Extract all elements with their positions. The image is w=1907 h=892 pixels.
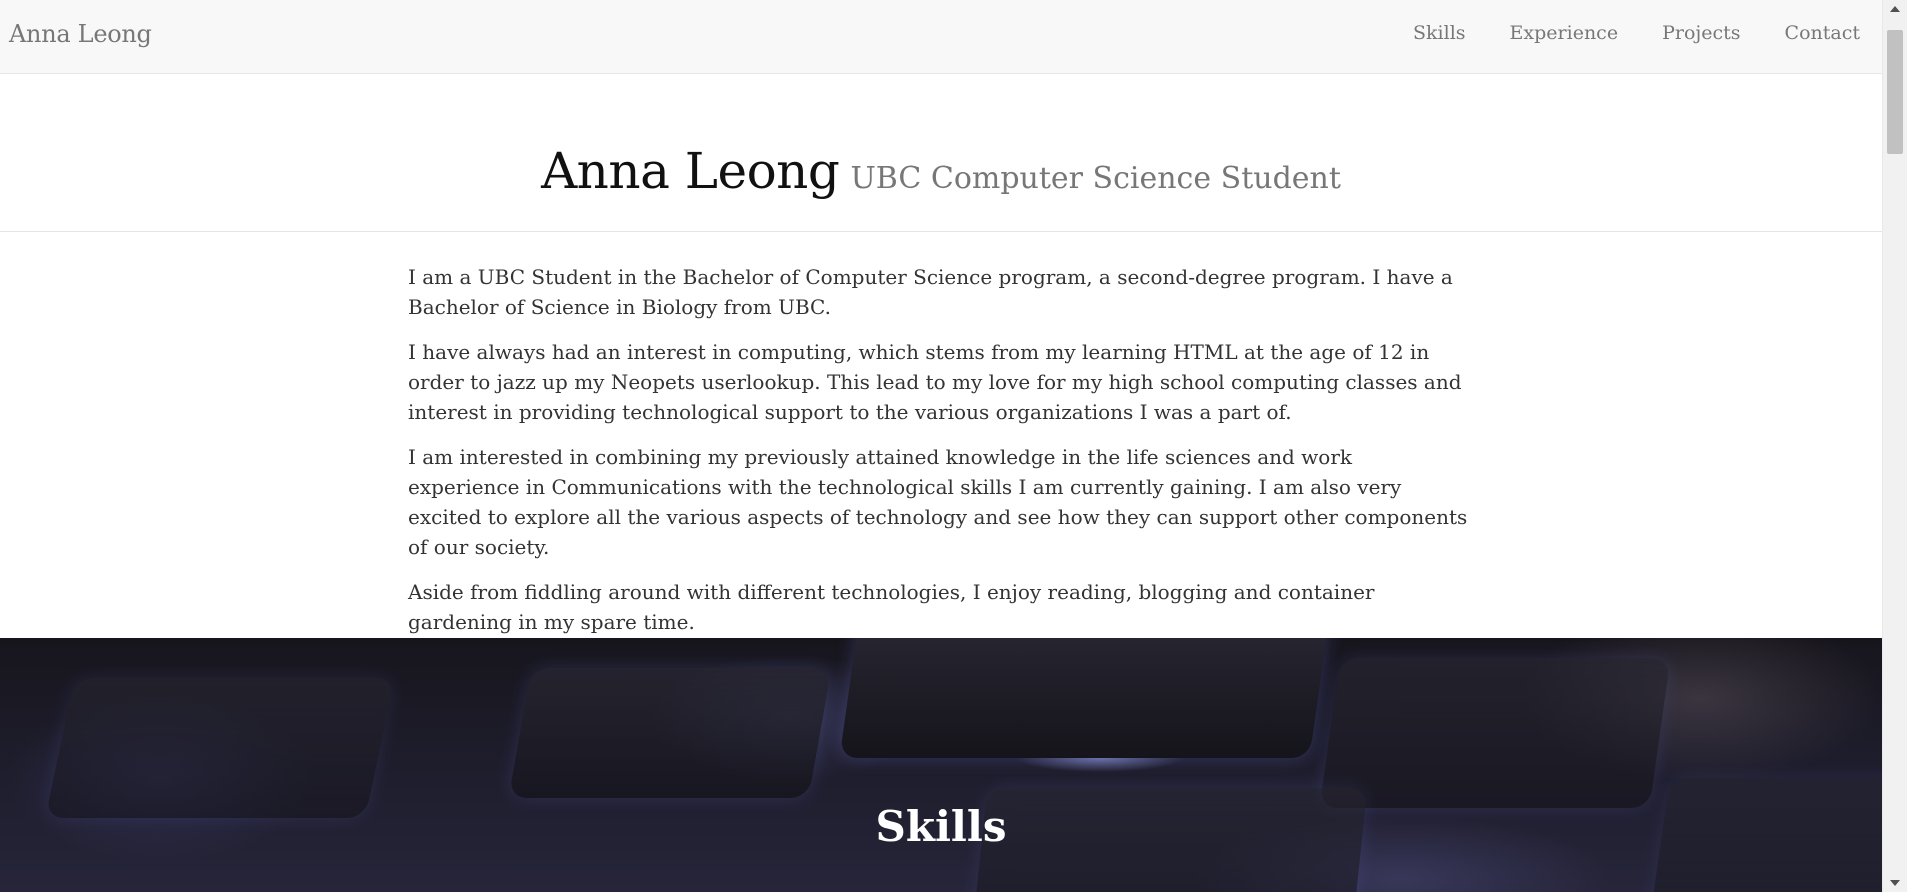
header-name: Anna Leong	[541, 142, 840, 200]
keyboard-key-image	[1319, 658, 1671, 808]
about-paragraph-3: I am interested in combining my previous…	[408, 445, 1468, 559]
about-paragraph-2: I have always had an interest in computi…	[408, 340, 1462, 424]
page-title: Anna Leong UBC Computer Science Student	[0, 142, 1882, 200]
about-paragraph-1: I am a UBC Student in the Bachelor of Co…	[408, 265, 1453, 319]
keyboard-key-image	[839, 638, 1331, 758]
page: Anna Leong Skills Experience Projects Co…	[0, 0, 1882, 892]
keyboard-key-image	[508, 668, 832, 798]
nav-item-projects[interactable]: Projects	[1662, 22, 1740, 44]
nav-item-contact[interactable]: Contact	[1785, 22, 1860, 44]
header-subtitle: UBC Computer Science Student	[850, 161, 1341, 196]
about-section: I am a UBC Student in the Bachelor of Co…	[408, 262, 1468, 652]
about-paragraph-4: Aside from fiddling around with differen…	[408, 580, 1375, 634]
navbar: Anna Leong Skills Experience Projects Co…	[0, 0, 1882, 74]
skills-heading: Skills	[875, 802, 1007, 851]
scroll-down-arrow-icon[interactable]	[1890, 880, 1900, 886]
page-header: Anna Leong UBC Computer Science Student	[0, 74, 1882, 232]
nav-item-skills[interactable]: Skills	[1413, 22, 1466, 44]
skills-banner: Skills	[0, 638, 1882, 892]
nav-item-experience[interactable]: Experience	[1510, 22, 1619, 44]
page-scrollbar[interactable]	[1882, 0, 1907, 892]
scroll-thumb[interactable]	[1887, 30, 1903, 154]
scroll-up-arrow-icon[interactable]	[1890, 6, 1900, 12]
brand-link[interactable]: Anna Leong	[9, 20, 152, 48]
nav-menu: Skills Experience Projects Contact	[1369, 22, 1860, 44]
keyboard-key-image	[45, 678, 395, 818]
